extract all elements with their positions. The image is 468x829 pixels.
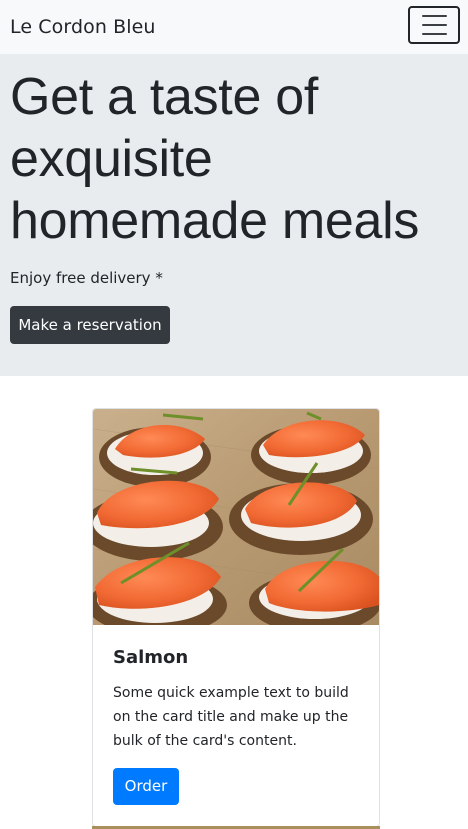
- menu-card: Salmon Some quick example text to build …: [92, 408, 380, 827]
- make-reservation-button[interactable]: Make a reservation: [10, 306, 170, 344]
- hero-subtitle: Enjoy free delivery *: [10, 269, 163, 287]
- navbar-toggler-button[interactable]: [408, 6, 460, 44]
- hamburger-menu-icon-bar: [421, 33, 447, 35]
- hamburger-menu-icon: [421, 15, 447, 17]
- card-title: Salmon: [113, 647, 189, 668]
- hero-title: Get a taste of exquisite homemade meals: [10, 68, 420, 250]
- hero-jumbotron: Get a taste of exquisite homemade meals …: [0, 54, 468, 376]
- card-text: Some quick example text to build on the …: [113, 685, 349, 749]
- hamburger-menu-icon-bar: [421, 24, 447, 26]
- order-button[interactable]: Order: [113, 768, 179, 805]
- salmon-canape-photo: [93, 409, 379, 625]
- navbar: Le Cordon Bleu: [0, 0, 468, 54]
- brand-link[interactable]: Le Cordon Bleu: [10, 14, 156, 40]
